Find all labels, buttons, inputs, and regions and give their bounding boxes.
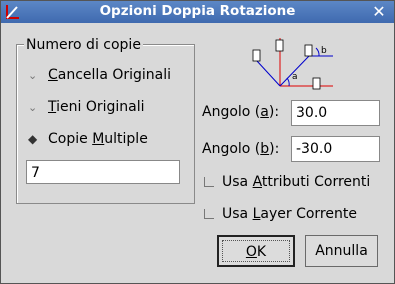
title-bar[interactable]: Opzioni Doppia Rotazione ✕ (1, 1, 394, 23)
copies-group-title: Numero di copie (24, 37, 143, 53)
cancel-button[interactable]: Annulla (305, 235, 378, 267)
radio-multiple-copies[interactable]: ◆ Copie Multiple (28, 131, 148, 149)
radio-label: Tieni Originali (48, 99, 145, 115)
radio-checked-icon: ◆ (28, 132, 38, 146)
diagram-label-b: b (321, 46, 327, 56)
diagram-label-a: a (292, 72, 298, 82)
ok-button-label: OK (222, 240, 290, 262)
window-title: Opzioni Doppia Rotazione (99, 3, 296, 19)
angle-a-label: Angolo (a): (202, 104, 280, 120)
radio-unchecked-icon: ⌄ (28, 69, 38, 82)
rotation-diagram: a b (252, 38, 333, 90)
copies-input[interactable]: 7 (26, 160, 180, 184)
radio-unchecked-icon: ⌄ (28, 101, 38, 114)
angle-b-label: Angolo (b): (202, 141, 280, 157)
angle-b-input[interactable]: -30.0 (291, 136, 380, 162)
use-current-attributes-checkbox[interactable]: Usa Attributi Correnti (202, 174, 370, 190)
close-icon[interactable]: ✕ (370, 3, 388, 21)
radio-label: Copie Multiple (48, 131, 148, 147)
use-current-layer-checkbox[interactable]: Usa Layer Corrente (202, 206, 357, 222)
radio-label: Cancella Originali (48, 67, 172, 83)
checkbox-icon (204, 209, 214, 219)
checkbox-icon (204, 177, 214, 187)
radio-keep-originals[interactable]: ⌄ Tieni Originali (28, 99, 145, 117)
radio-cancel-originals[interactable]: ⌄ Cancella Originali (28, 67, 171, 85)
angle-a-input[interactable]: 30.0 (291, 100, 380, 126)
checkbox-label: Usa Layer Corrente (222, 206, 357, 222)
dialog-window: Opzioni Doppia Rotazione ✕ Numero di cop… (0, 0, 395, 284)
checkbox-label: Usa Attributi Correnti (222, 174, 371, 190)
ok-button[interactable]: OK (217, 235, 295, 267)
